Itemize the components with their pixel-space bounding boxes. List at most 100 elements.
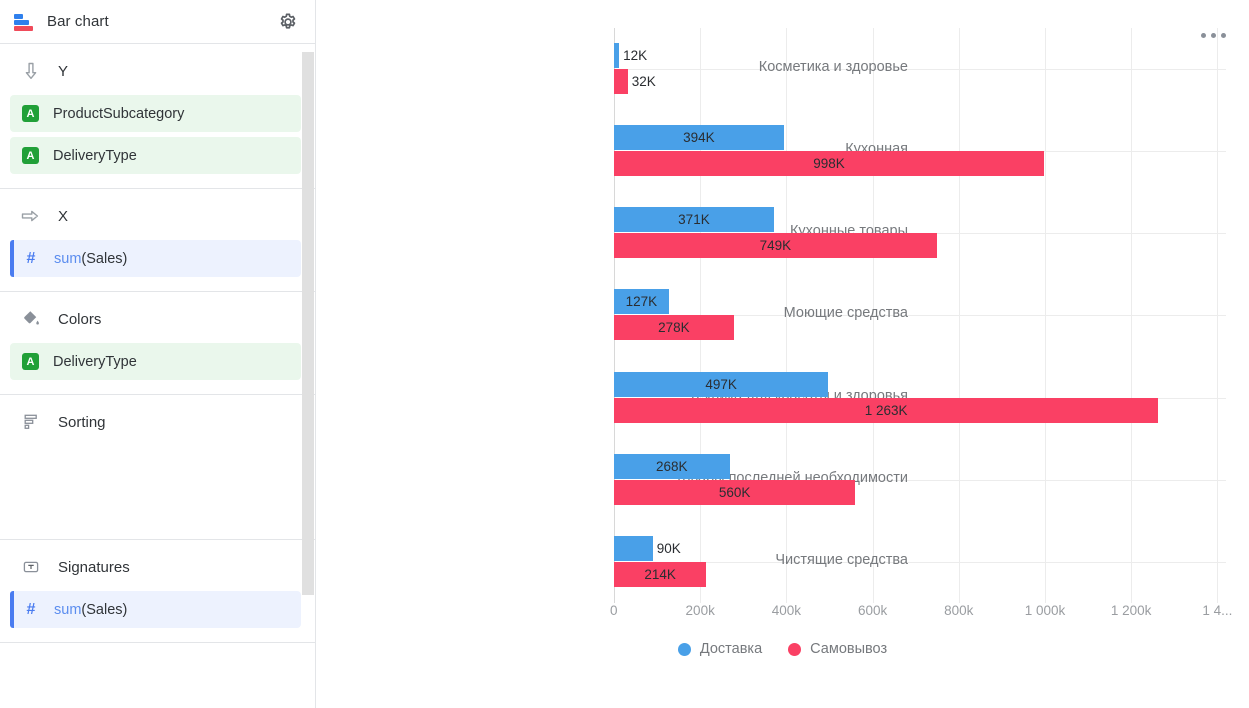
field-label-fn: sum: [54, 250, 82, 267]
field-label: sum(Sales): [54, 602, 127, 618]
bar-wrapper: 394K: [614, 125, 784, 151]
legend-color-swatch: [788, 642, 802, 656]
bar-value-label: 90K: [656, 540, 681, 556]
panel-title: Bar chart: [47, 13, 109, 30]
bar-value-label: 749K: [759, 238, 792, 254]
sort-icon: [20, 411, 42, 433]
bar-Доставка[interactable]: 90K: [614, 535, 681, 561]
bar-wrapper: 998K: [614, 151, 1045, 177]
chart-config-sidebar: Bar chart Y A ProductSubcategory A Deliv…: [0, 0, 316, 708]
bar-group: Кухонные товары 371K 749K: [614, 192, 1226, 274]
section-x: X # sum(Sales): [0, 189, 315, 292]
bar-group: Чистящие средства 90K 214K: [614, 521, 1226, 603]
x-axis-tick-label: 1 000k: [1024, 603, 1066, 618]
bar-value-label: 394K: [683, 130, 715, 146]
bar-Доставка[interactable]: 12K: [614, 43, 647, 69]
measure-hash-icon: #: [26, 600, 36, 618]
bar-group: Косметика и здоровье 12K 32K: [614, 28, 1226, 110]
bar-chart-icon: [14, 11, 36, 33]
bar-Самовывоз[interactable]: 749K: [614, 233, 937, 259]
section-label-colors: Colors: [58, 310, 102, 328]
field-label-arg: (Sales): [81, 601, 128, 618]
bar-value-label: 127K: [625, 294, 658, 310]
chart-legend: Доставка Самовывоз: [316, 641, 1249, 657]
bar-Доставка[interactable]: 268K: [614, 453, 730, 479]
field-chip-deliverytype-y[interactable]: A DeliveryType: [10, 137, 301, 174]
field-chip-sum-sales-signatures[interactable]: # sum(Sales): [10, 591, 301, 628]
arrow-right-icon: [20, 205, 42, 227]
measure-hash-icon: #: [26, 249, 36, 267]
bar-group: Моющие средства 127K 278K: [614, 274, 1226, 356]
section-header-sorting: Sorting: [0, 407, 315, 437]
sidebar-scrollbar[interactable]: [302, 52, 314, 595]
bar-Самовывоз[interactable]: 214K: [614, 561, 707, 587]
dimension-badge-icon: A: [22, 105, 39, 122]
field-chip-deliverytype-colors[interactable]: A DeliveryType: [10, 343, 301, 380]
bar-wrapper: 214K: [614, 561, 707, 587]
bar-Самовывоз[interactable]: 560K: [614, 479, 856, 505]
field-list-sorting: [0, 437, 315, 441]
bar-value-label: 371K: [678, 212, 710, 228]
bar-Доставка[interactable]: 371K: [614, 207, 774, 233]
bar-rows: Косметика и здоровье 12K 32K Кухонная 394K 99…: [614, 28, 1226, 603]
field-chip-productsubcategory[interactable]: A ProductSubcategory: [10, 95, 301, 132]
legend-label: Самовывоз: [810, 641, 888, 657]
section-header-colors: Colors: [0, 304, 315, 334]
bar-Доставка[interactable]: 127K: [614, 289, 669, 315]
x-axis-tick-label: 0: [610, 603, 618, 618]
chart-canvas: Косметика и здоровье 12K 32K Кухонная 394K 99…: [316, 0, 1249, 708]
category-label: Косметика и здоровье: [758, 59, 908, 76]
x-axis-tick-label: 400k: [771, 603, 802, 618]
legend-label: Доставка: [699, 641, 763, 657]
field-label: DeliveryType: [53, 147, 137, 164]
bar-value-label: 214K: [644, 566, 676, 582]
field-chip-sum-sales-x[interactable]: # sum(Sales): [10, 240, 301, 277]
legend-item-Самовывоз[interactable]: Самовывоз: [788, 641, 887, 657]
x-axis-tick-label: 1 200k: [1110, 603, 1152, 618]
bar-value-label: 497K: [705, 376, 737, 392]
dimension-badge-icon: A: [22, 353, 39, 370]
app-root: Bar chart Y A ProductSubcategory A Deliv…: [0, 0, 1249, 708]
field-label-fn: sum: [54, 601, 82, 618]
bar-Самовывоз[interactable]: 32K: [614, 69, 656, 95]
bar-group: Техника для красоты и здоровья497K1 263K: [614, 357, 1226, 439]
bar-group: Товары последней необходимости 268K 560K: [614, 439, 1226, 521]
legend-color-swatch: [677, 642, 691, 656]
bar-wrapper: 1 263K: [614, 397, 1159, 423]
section-y: Y A ProductSubcategory A DeliveryType: [0, 44, 315, 189]
gear-icon[interactable]: [275, 9, 301, 35]
section-label-signatures: Signatures: [58, 558, 130, 576]
bar-group: Кухонная 394K 998K: [614, 110, 1226, 192]
bar-wrapper: 12K: [614, 43, 647, 69]
section-label-sorting: Sorting: [58, 413, 106, 431]
bar-wrapper: 32K: [614, 69, 656, 95]
bar-value-label: 560K: [718, 484, 751, 500]
plot-area: Косметика и здоровье 12K 32K Кухонная 394K 99…: [614, 28, 1226, 603]
x-axis-tick-label: 800k: [944, 603, 974, 618]
field-label: sum(Sales): [54, 251, 127, 267]
section-header-x: X: [0, 201, 315, 231]
bar-Доставка[interactable]: 497K: [614, 371, 829, 397]
bar-value-label: 1 263K: [864, 402, 908, 418]
bar-wrapper: 127K: [614, 289, 669, 315]
field-list-signatures: # sum(Sales): [0, 582, 315, 628]
bar-wrapper: 278K: [614, 315, 734, 341]
bar-wrapper: 268K: [614, 453, 730, 479]
x-axis-tick-label: 600k: [857, 603, 888, 618]
section-label-x: X: [58, 207, 69, 225]
field-label-arg: (Sales): [81, 250, 128, 267]
section-header-signatures: Signatures: [0, 552, 315, 582]
legend-item-Доставка[interactable]: Доставка: [677, 641, 763, 657]
bar-value-label: 278K: [658, 320, 690, 336]
bar-Самовывоз[interactable]: 998K: [614, 151, 1045, 177]
field-list-colors: A DeliveryType: [0, 334, 315, 380]
bar-value-label: 12K: [623, 48, 648, 64]
bar-Самовывоз[interactable]: 1 263K: [614, 397, 1159, 423]
x-axis: 0 200k 400k 600k 800k 1 000k 1 200k 1 4...: [610, 603, 1249, 627]
bar-Доставка[interactable]: 394K: [614, 125, 784, 151]
bar-wrapper: 497K: [614, 371, 829, 397]
x-axis-tick-label: 1 4...: [1202, 603, 1233, 618]
bar-value-label: 268K: [655, 458, 688, 474]
field-list-y: A ProductSubcategory A DeliveryType: [0, 86, 315, 174]
bar-Самовывоз[interactable]: 278K: [614, 315, 734, 341]
